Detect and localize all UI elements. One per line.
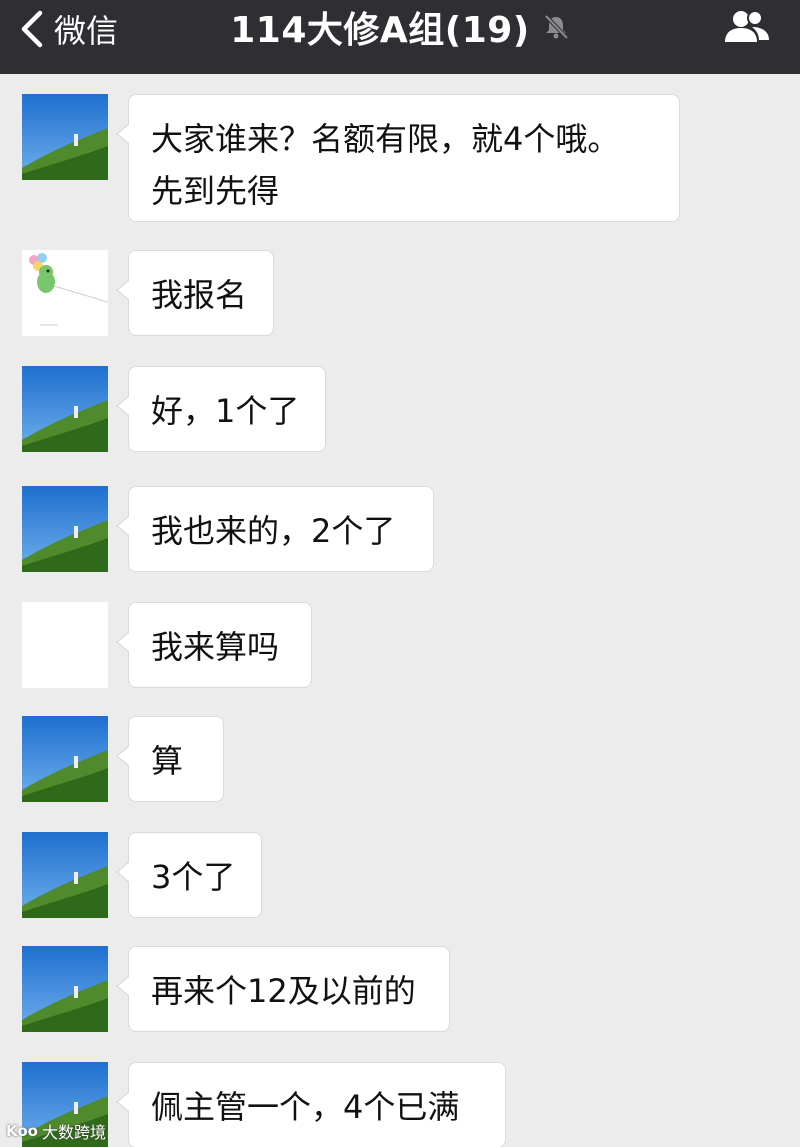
message-text: 再来个12及以前的 — [151, 972, 416, 1010]
message-text: 算 — [151, 742, 184, 780]
message-bubble[interactable]: 我来算吗 — [116, 602, 312, 688]
top-navigation-bar: 微信 114大修A组(19) — [0, 0, 800, 74]
landscape-avatar-icon — [22, 94, 108, 180]
message-bubble[interactable]: 算 — [116, 716, 224, 802]
avatar[interactable] — [22, 946, 108, 1032]
mute-bell-icon — [544, 14, 569, 40]
avatar[interactable] — [22, 832, 108, 918]
message-text: 大家谁来？名额有限，就4个哦。 先到先得 — [151, 120, 620, 210]
message-text: 我报名 — [151, 276, 248, 314]
message-bubble[interactable]: 3个了 — [116, 832, 262, 918]
avatar[interactable] — [22, 602, 108, 688]
avatar[interactable] — [22, 366, 108, 452]
message-text: 3个了 — [151, 858, 236, 896]
avatar[interactable] — [22, 250, 108, 336]
message-text: 我也来的，2个了 — [151, 512, 396, 550]
blank-avatar-icon — [22, 602, 108, 688]
message-text: 好，1个了 — [151, 392, 300, 430]
landscape-avatar-icon — [22, 716, 108, 802]
landscape-avatar-icon — [22, 946, 108, 1032]
balloon-dinosaur-avatar-icon — [22, 250, 108, 336]
message-text: 我来算吗 — [151, 628, 280, 666]
landscape-avatar-icon — [22, 486, 108, 572]
chat-title-wrap: 114大修A组(19) — [0, 0, 800, 54]
message-bubble[interactable]: 好，1个了 — [116, 366, 326, 452]
watermark: Koo 大数跨境 — [6, 1119, 106, 1143]
message-bubble[interactable]: 我报名 — [116, 250, 274, 336]
message-bubble[interactable]: 再来个12及以前的 — [116, 946, 450, 1032]
message-bubble[interactable]: 大家谁来？名额有限，就4个哦。 先到先得 — [116, 94, 680, 222]
group-members-icon[interactable] — [722, 8, 772, 46]
avatar[interactable] — [22, 94, 108, 180]
avatar[interactable] — [22, 716, 108, 802]
message-bubble[interactable]: 佩主管一个，4个已满 — [116, 1062, 506, 1147]
watermark-logo: Koo — [6, 1122, 38, 1140]
watermark-text: 大数跨境 — [41, 1123, 106, 1142]
landscape-avatar-icon — [22, 366, 108, 452]
message-bubble[interactable]: 我也来的，2个了 — [116, 486, 434, 572]
avatar[interactable] — [22, 486, 108, 572]
chat-title: 114大修A组(19) — [230, 10, 530, 51]
landscape-avatar-icon — [22, 832, 108, 918]
message-text: 佩主管一个，4个已满 — [151, 1088, 460, 1126]
